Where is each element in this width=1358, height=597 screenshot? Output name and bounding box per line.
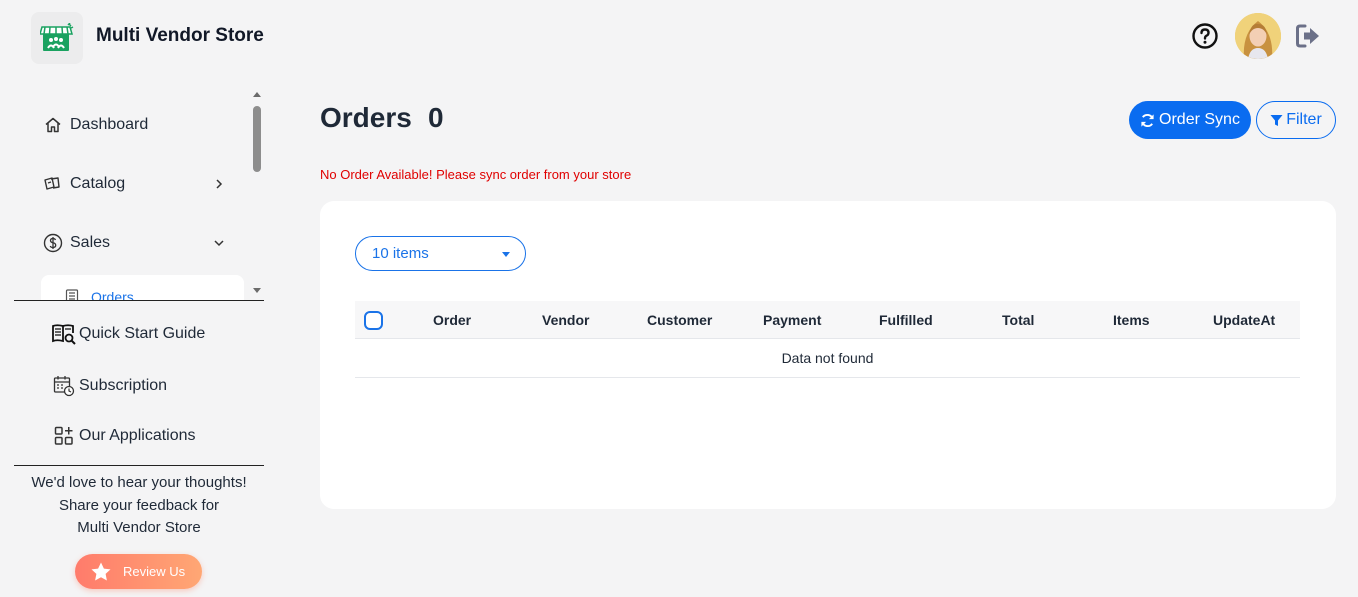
sidebar-item-catalog[interactable]: Catalog [42,166,125,202]
dollar-circle-icon [42,232,64,254]
feedback-line: Share your feedback for [58,496,220,514]
review-us-button[interactable]: Review Us [75,554,202,589]
column-header-order[interactable]: Order [433,312,471,328]
sidebar-divider [14,465,264,466]
empty-state-text: Data not found [781,350,874,366]
app-title: Multi Vendor Store [96,25,264,46]
sidebar-item-label: Dashboard [70,116,149,133]
column-header-total[interactable]: Total [1002,312,1034,328]
our-applications-link[interactable]: Our Applications [52,422,196,450]
quick-start-guide-link[interactable]: Quick Start Guide [52,320,205,348]
filter-button[interactable]: Filter [1256,101,1336,139]
list-icon [65,289,79,300]
sidebar-item-label: Catalog [70,175,126,192]
scroll-up-arrow-icon[interactable] [253,92,261,97]
orders-table-card: 10 items Order Vendor Customer Payment F… [320,201,1336,509]
home-icon [42,114,64,136]
empty-state-row: Data not found [355,339,1300,378]
feedback-line: Multi Vendor Store [77,519,201,536]
star-icon [91,562,111,580]
sidebar-item-sales[interactable]: Sales [42,225,110,261]
subscription-label: Subscription [79,377,168,394]
our-applications-label: Our Applications [79,427,196,444]
sidebar-divider [14,300,264,301]
sidebar-scrollbar[interactable] [250,88,264,300]
column-header-items[interactable]: Items [1113,312,1150,328]
store-logo-icon [40,23,74,51]
book-search-icon [52,322,76,346]
chevron-right-icon [216,179,223,189]
feedback-line: We'd love to hear your thoughts! [31,474,247,491]
apps-grid-icon [52,424,76,448]
avatar-image [1235,13,1281,59]
sidebar-subitem-label: Orders [91,289,134,300]
column-header-payment[interactable]: Payment [763,312,821,328]
store-logo [31,12,83,64]
page-size-select[interactable]: 10 items [355,236,526,271]
subscription-link[interactable]: Subscription [52,372,167,400]
caret-down-icon [502,252,510,257]
calendar-clock-icon [52,374,76,398]
refresh-icon [1141,113,1154,127]
page-size-value: 10 items [372,245,429,262]
order-sync-label: Order Sync [1159,111,1240,128]
question-circle-icon[interactable] [1191,22,1219,50]
scroll-down-arrow-icon[interactable] [253,288,261,293]
page-title: Orders [320,102,412,133]
column-header-vendor[interactable]: Vendor [542,312,589,328]
select-all-checkbox[interactable] [364,311,383,330]
order-sync-button[interactable]: Order Sync [1129,101,1251,139]
sidebar-nav: Dashboard Catalog Sales Orders [14,88,264,300]
chevron-down-icon [214,240,224,247]
no-orders-alert: No Order Available! Please sync order fr… [320,167,632,182]
table-header: Order Vendor Customer Payment Fulfilled … [355,301,1300,339]
sidebar-subitem-orders[interactable]: Orders [41,275,244,300]
catalog-icon [42,173,64,195]
column-header-customer[interactable]: Customer [647,312,712,328]
feedback-text: We'd love to hear your thoughts! Share y… [14,472,264,540]
filter-icon [1270,114,1283,126]
user-avatar[interactable] [1235,13,1281,59]
orders-count: 0 [428,102,444,133]
app-header: Multi Vendor Store [0,0,1358,72]
filter-label: Filter [1286,111,1322,128]
sidebar-item-dashboard[interactable]: Dashboard [42,107,148,143]
sidebar-item-label: Sales [70,234,111,251]
quick-start-guide-label: Quick Start Guide [79,325,206,342]
scroll-thumb[interactable] [253,106,261,172]
column-header-fulfilled[interactable]: Fulfilled [879,312,933,328]
review-us-label: Review Us [123,564,186,579]
column-header-updateat[interactable]: UpdateAt [1213,312,1275,328]
logout-icon[interactable] [1294,22,1322,50]
